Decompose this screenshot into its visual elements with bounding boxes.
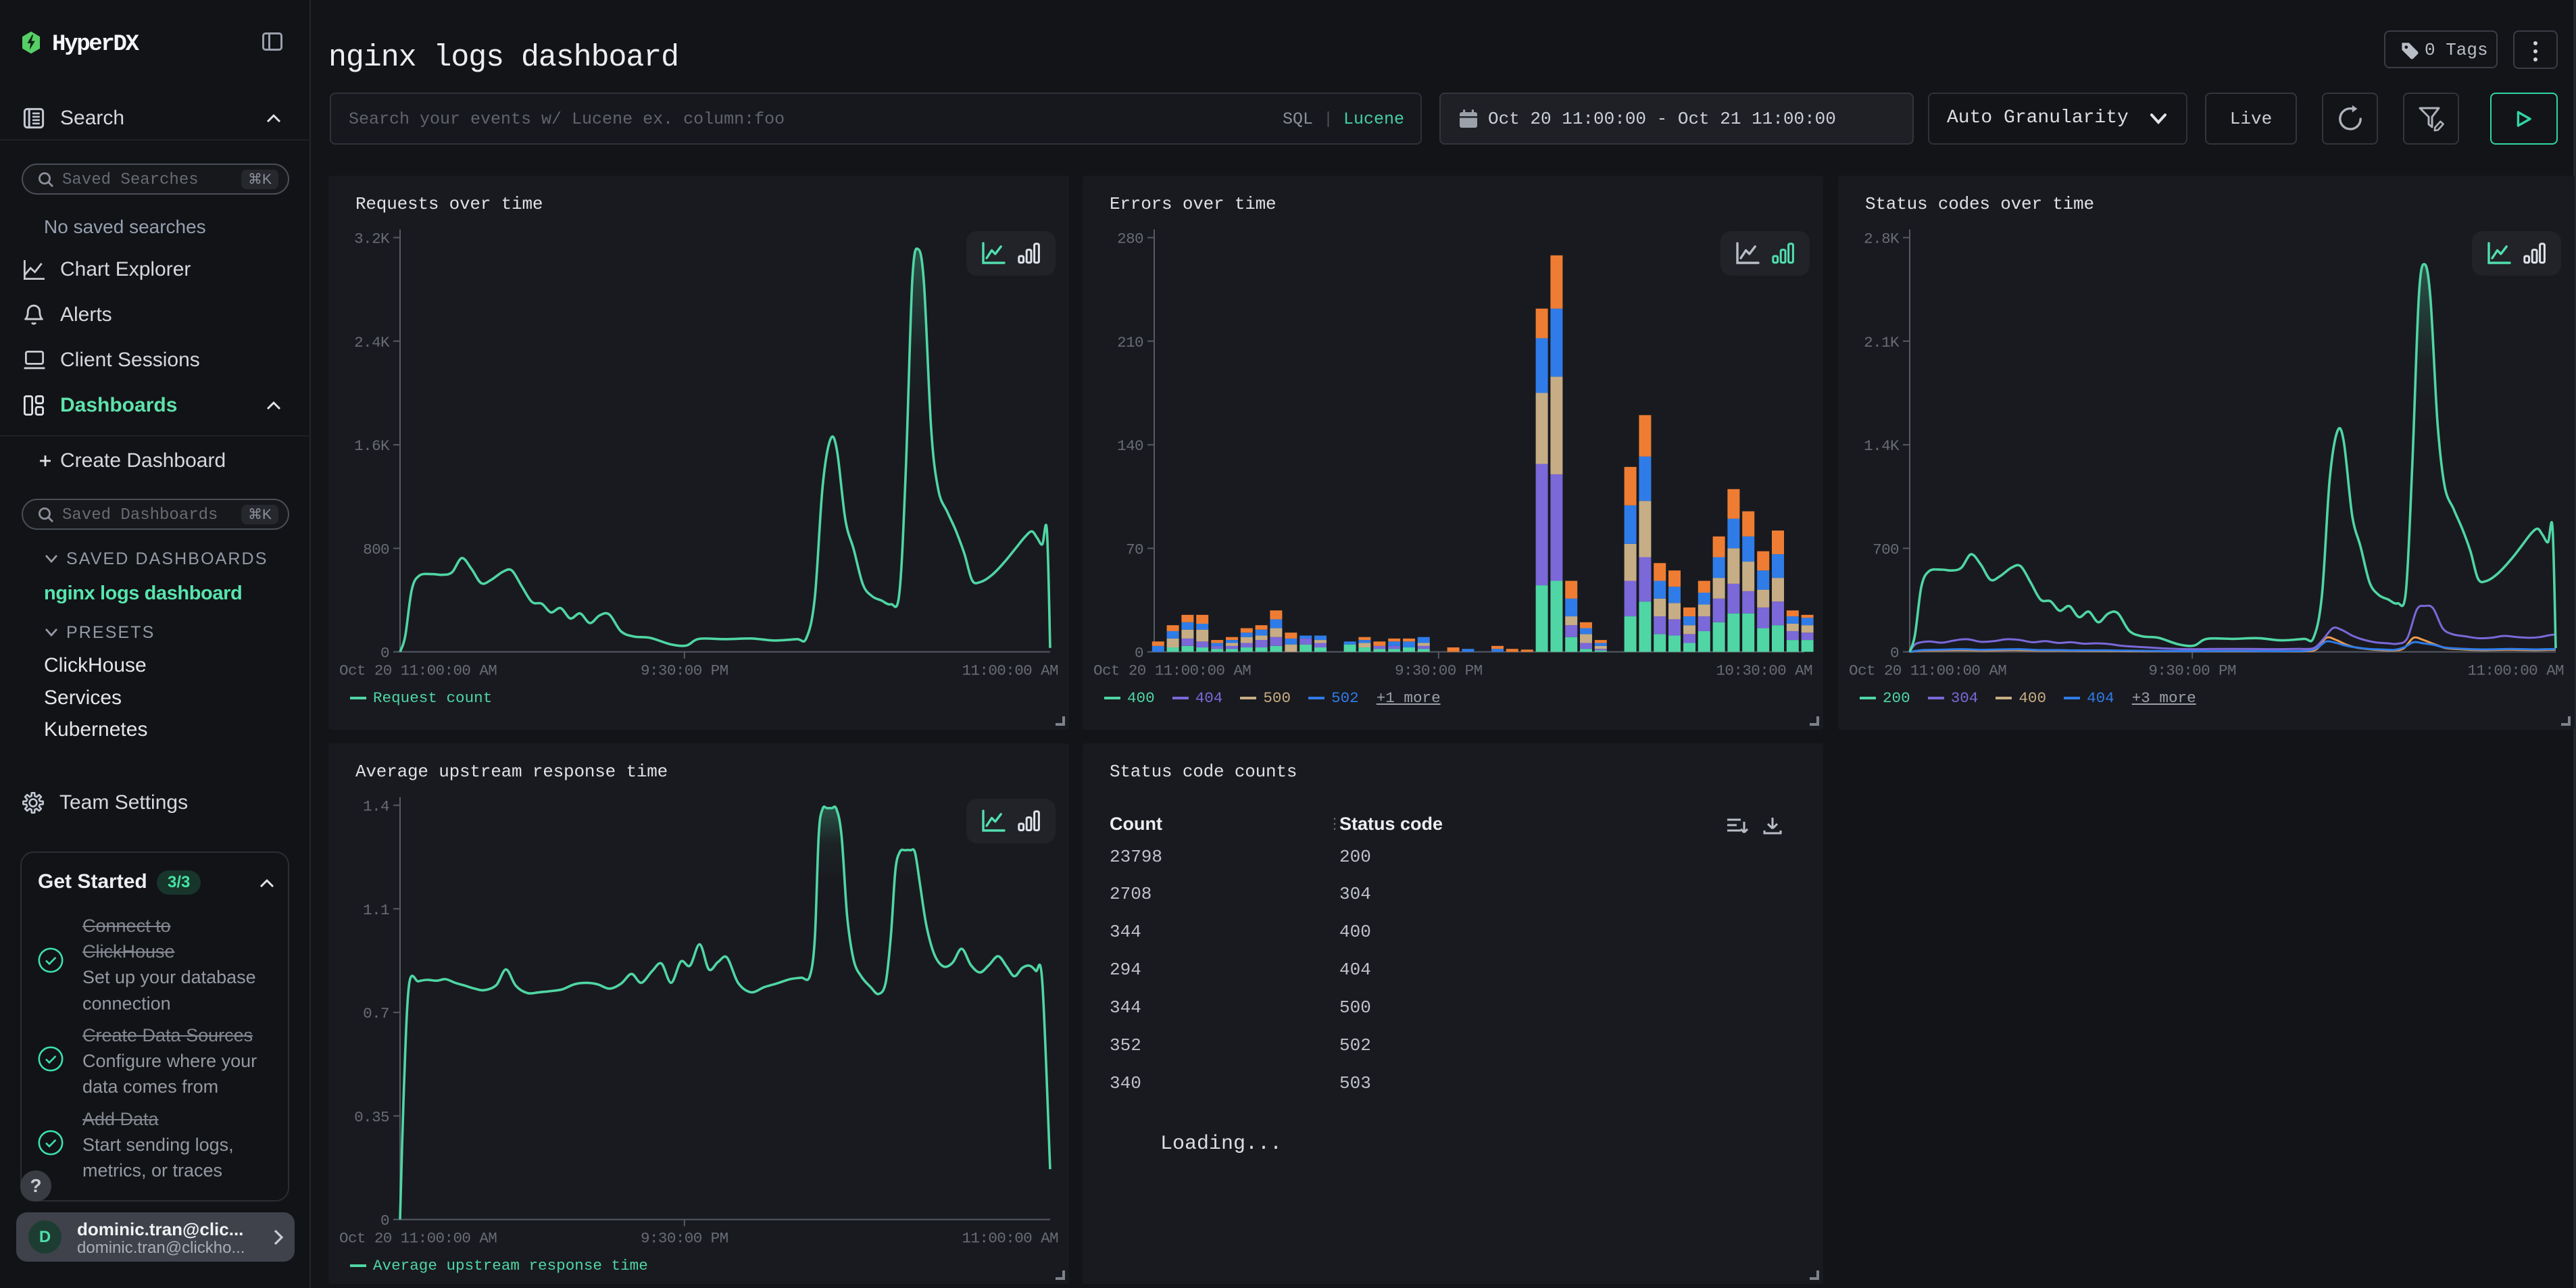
svg-text:0.35: 0.35 xyxy=(354,1108,389,1126)
svg-text:800: 800 xyxy=(363,541,389,558)
svg-text:Oct 20 11:00:00 AM: Oct 20 11:00:00 AM xyxy=(339,1230,497,1247)
svg-text:1.1: 1.1 xyxy=(363,901,389,919)
svg-text:280: 280 xyxy=(1117,230,1143,248)
svg-text:Oct 20 11:00:00 AM: Oct 20 11:00:00 AM xyxy=(1093,662,1251,680)
svg-text:Oct 20 11:00:00 AM: Oct 20 11:00:00 AM xyxy=(1849,662,2006,680)
svg-text:0: 0 xyxy=(1135,645,1143,662)
svg-text:9:30:00 PM: 9:30:00 PM xyxy=(1395,662,1483,680)
svg-text:Oct 20 11:00:00 AM: Oct 20 11:00:00 AM xyxy=(339,662,497,680)
svg-text:11:00:00 AM: 11:00:00 AM xyxy=(962,1230,1058,1247)
svg-text:2.8K: 2.8K xyxy=(1864,230,1900,248)
svg-text:1.4K: 1.4K xyxy=(1864,437,1900,455)
svg-text:0: 0 xyxy=(380,645,389,662)
svg-text:700: 700 xyxy=(1873,541,1899,558)
svg-text:9:30:00 PM: 9:30:00 PM xyxy=(2148,662,2236,680)
svg-text:9:30:00 PM: 9:30:00 PM xyxy=(641,662,728,680)
svg-text:1.4: 1.4 xyxy=(363,798,389,816)
svg-text:0.7: 0.7 xyxy=(363,1005,389,1022)
svg-text:70: 70 xyxy=(1126,541,1143,558)
svg-text:3.2K: 3.2K xyxy=(354,230,390,248)
svg-text:2.1K: 2.1K xyxy=(1864,334,1900,351)
svg-text:210: 210 xyxy=(1117,334,1143,351)
svg-text:140: 140 xyxy=(1117,437,1143,455)
svg-text:0: 0 xyxy=(380,1212,389,1230)
svg-text:11:00:00 AM: 11:00:00 AM xyxy=(962,662,1058,680)
svg-text:0: 0 xyxy=(1890,645,1899,662)
svg-text:1.6K: 1.6K xyxy=(354,437,390,455)
svg-text:11:00:00 AM: 11:00:00 AM xyxy=(2467,662,2564,680)
svg-text:10:30:00 AM: 10:30:00 AM xyxy=(1716,662,1812,680)
svg-text:9:30:00 PM: 9:30:00 PM xyxy=(641,1230,728,1247)
svg-text:2.4K: 2.4K xyxy=(354,334,390,351)
